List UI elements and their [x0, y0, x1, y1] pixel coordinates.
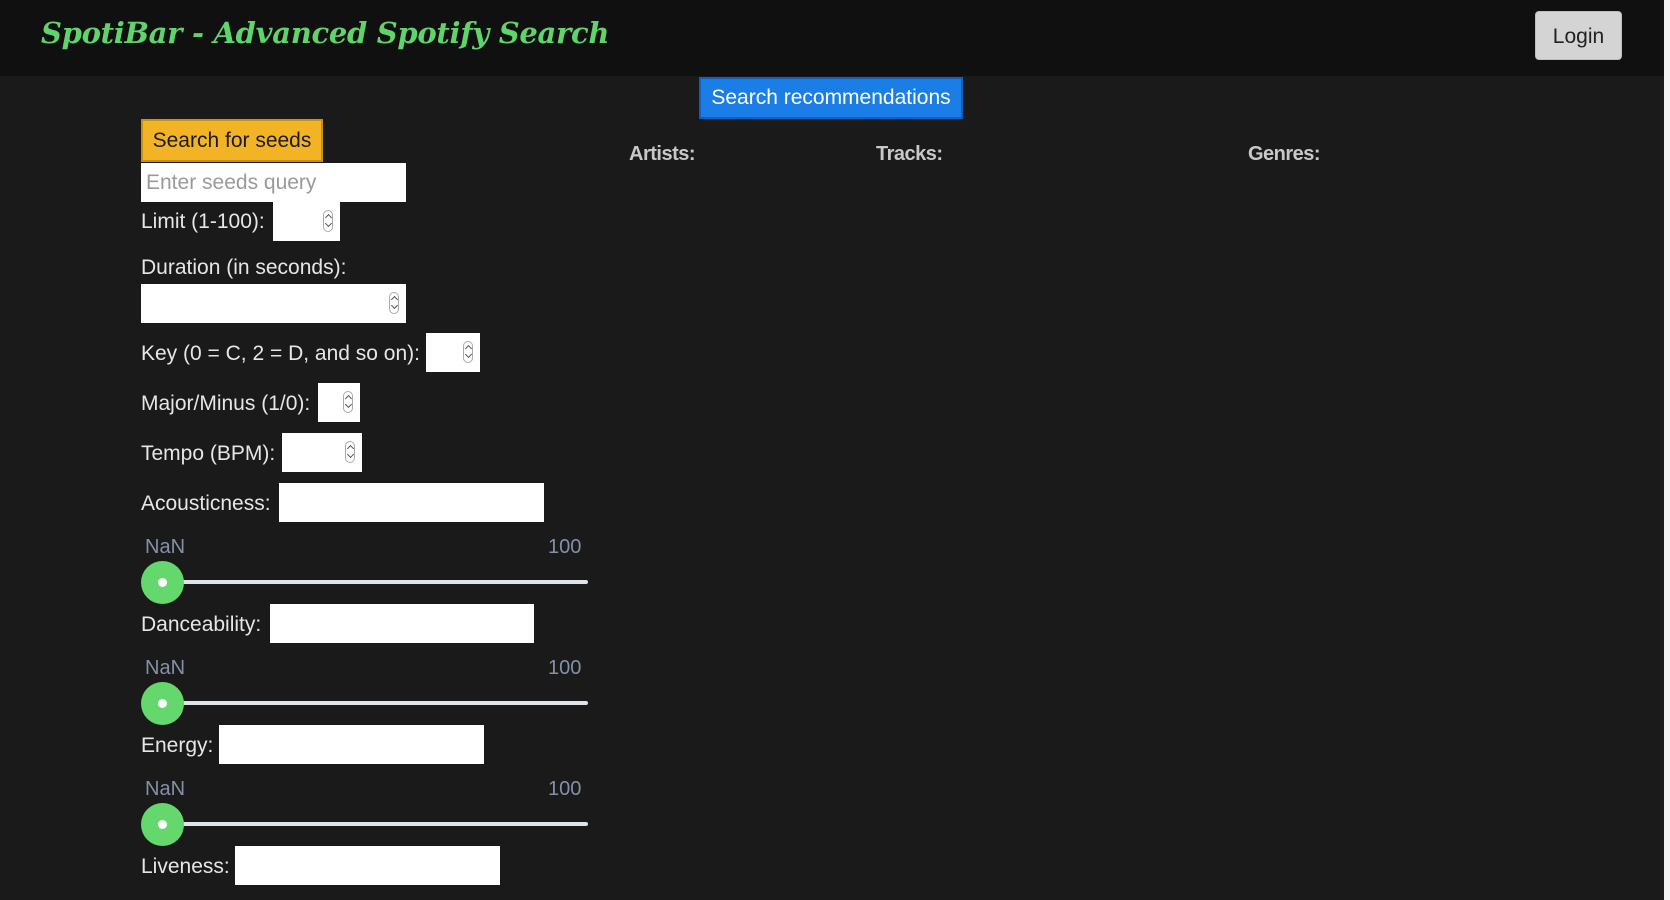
limit-input[interactable] [273, 202, 340, 241]
duration-label: Duration (in seconds): [141, 256, 347, 279]
acousticness-input[interactable] [279, 483, 544, 522]
danceability-label: Danceability: [141, 613, 262, 636]
energy-slider-track[interactable] [160, 822, 588, 826]
energy-slider-thumb[interactable] [141, 803, 184, 846]
page-scrollbar[interactable] [1664, 0, 1670, 900]
acousticness-label: Acousticness: [141, 492, 271, 515]
artists-heading: Artists: [629, 143, 696, 165]
seeds-query-input[interactable] [141, 163, 406, 202]
energy-min-value: NaN [145, 778, 186, 800]
danceability-min-value: NaN [145, 657, 186, 679]
danceability-slider-track[interactable] [160, 701, 588, 705]
liveness-input[interactable] [235, 846, 500, 885]
key-label: Key (0 = C, 2 = D, and so on): [141, 342, 420, 365]
mode-input[interactable] [318, 383, 360, 422]
acousticness-slider-track[interactable] [160, 580, 588, 584]
tracks-heading: Tracks: [876, 143, 943, 165]
tempo-input[interactable] [282, 433, 362, 472]
acousticness-slider-thumb[interactable] [141, 561, 184, 604]
danceability-input[interactable] [270, 604, 534, 643]
tempo-stepper-icon[interactable] [345, 441, 355, 463]
top-navbar: SpotiBar - Advanced Spotify Search Login [0, 0, 1670, 76]
tempo-label: Tempo (BPM): [141, 442, 276, 465]
genres-heading: Genres: [1248, 143, 1321, 165]
search-recommendations-button[interactable]: Search recommendations [699, 77, 963, 119]
acousticness-min-value: NaN [145, 536, 186, 558]
key-stepper-icon[interactable] [463, 341, 473, 363]
energy-label: Energy: [141, 734, 214, 757]
liveness-label: Liveness: [141, 855, 230, 878]
duration-input[interactable] [141, 284, 406, 323]
mode-stepper-icon[interactable] [343, 391, 353, 413]
search-seeds-button[interactable]: Search for seeds [141, 119, 323, 162]
key-input[interactable] [426, 333, 480, 372]
energy-max-value: 100 [548, 778, 582, 800]
limit-stepper-icon[interactable] [323, 210, 333, 232]
mode-label: Major/Minus (1/0): [141, 392, 311, 415]
limit-label: Limit (1-100): [141, 210, 265, 233]
login-button[interactable]: Login [1535, 11, 1622, 60]
energy-input[interactable] [219, 725, 484, 764]
duration-stepper-icon[interactable] [389, 292, 399, 314]
danceability-max-value: 100 [548, 657, 582, 679]
danceability-slider-thumb[interactable] [141, 682, 184, 725]
acousticness-max-value: 100 [548, 536, 582, 558]
brand-title: SpotiBar - Advanced Spotify Search [41, 16, 610, 50]
